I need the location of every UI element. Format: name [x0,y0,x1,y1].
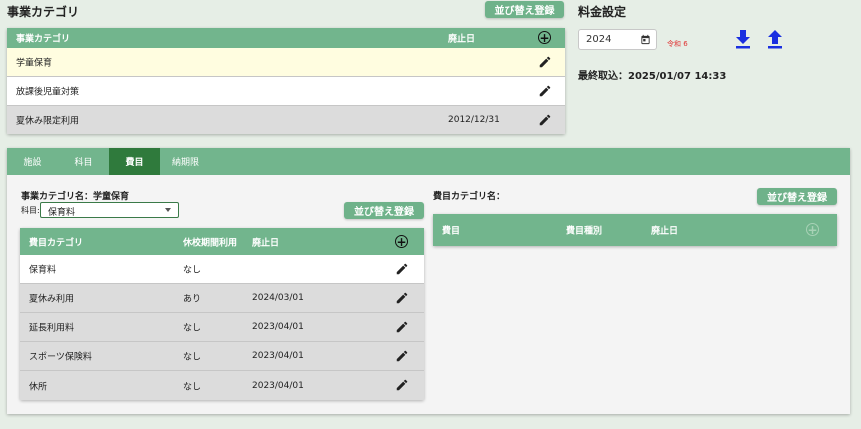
abolish-date: 2023/04/01 [252,380,304,391]
col-abolish-date: 廃止日 [252,238,280,248]
abolish-date: 2024/03/01 [252,293,304,303]
tab-bar: 施設 科目 費目 納期限 [7,148,850,175]
closure-use: なし [183,323,202,334]
add-circle-icon[interactable]: + [538,31,551,44]
table-row[interactable]: スポーツ保険料 なし 2023/04/01 [20,342,424,371]
fee-category: 夏休み利用 [29,294,75,305]
subject-label: 科目: [21,206,40,215]
tab-due-date[interactable]: 納期限 [160,148,211,175]
table-row[interactable]: 休所 なし 2023/04/01 [20,371,424,400]
col-fee-type: 費目種別 [566,226,603,237]
business-name: 放課後児童対策 [16,87,80,98]
fee-category: 保育料 [29,265,57,276]
era-label: 令和 6 [667,40,688,48]
closure-use: あり [183,294,202,305]
fee-item-table-header: 費目 費目種別 廃止日 + [433,214,837,246]
fee-table-header: 費目カテゴリ 休校期間利用 廃止日 + [20,228,424,255]
fee-category: 延長利用料 [29,323,75,334]
fee-item-category-label: 費目カテゴリ名： [433,192,506,202]
fee-item-reorder-button[interactable]: 並び替え登録 [757,188,837,205]
col-closure-use: 休校期間利用 [183,238,238,248]
abolish-date: 2023/04/01 [252,351,304,361]
edit-pencil-icon[interactable] [538,55,552,69]
add-circle-icon[interactable]: + [395,235,408,248]
closure-use: なし [183,352,202,363]
closure-use: なし [183,382,202,392]
year-value: 2024 [586,34,612,45]
col-fee-category: 費目カテゴリ [29,238,84,248]
edit-pencil-icon[interactable] [395,291,409,305]
edit-pencil-icon[interactable] [538,84,552,98]
table-row[interactable]: 延長利用料 なし 2023/04/01 [20,313,424,342]
upload-icon[interactable] [766,29,784,49]
chevron-down-icon [165,208,171,212]
tab-fee-item[interactable]: 費目 [109,148,160,175]
fee-category: スポーツ保険料 [29,352,92,363]
business-name: 夏休み限定利用 [16,116,80,127]
col-abolish-date: 廃止日 [651,226,679,237]
fee-category: 休所 [29,382,48,392]
closure-use: なし [183,265,202,276]
table-row[interactable]: 学童保育 [7,48,565,77]
tab-panel: 施設 科目 費目 納期限 事業カテゴリ名：学童保育 科目: 保育料 並び替え登録… [7,148,850,414]
abolish-date: 2023/04/01 [252,322,304,332]
table-row[interactable]: 保育料 なし [20,255,424,284]
abolish-date: 2012/12/31 [448,115,500,125]
business-reorder-button[interactable]: 並び替え登録 [485,1,564,18]
fee-settings-title: 料金設定 [578,5,627,19]
edit-pencil-icon[interactable] [538,113,552,127]
edit-pencil-icon[interactable] [395,378,409,392]
download-icon[interactable] [734,29,752,49]
tab-facility[interactable]: 施設 [7,148,58,175]
calendar-icon[interactable] [640,34,651,45]
col-abolish-date: 廃止日 [448,34,476,45]
business-name: 学童保育 [16,58,53,69]
edit-pencil-icon[interactable] [395,320,409,334]
fee-reorder-button[interactable]: 並び替え登録 [344,202,424,219]
add-circle-icon: + [806,222,819,237]
business-category-table: 事業カテゴリ 廃止日 + 学童保育 放課後児童対策 夏休み限定利用 2012/1… [7,28,565,134]
table-row[interactable]: 夏休み利用 あり 2024/03/01 [20,284,424,313]
last-import-text: 最終取込：2025/01/07 14:33 [578,71,727,82]
table-row[interactable]: 夏休み限定利用 2012/12/31 [7,106,565,134]
col-fee-item: 費目 [442,226,461,237]
tab-subject[interactable]: 科目 [58,148,109,175]
year-input[interactable]: 2024 [578,29,657,50]
business-category-title: 事業カテゴリ [7,5,80,19]
edit-pencil-icon[interactable] [395,349,409,363]
col-business-category: 事業カテゴリ [16,34,71,45]
business-table-header: 事業カテゴリ 廃止日 + [7,28,565,48]
edit-pencil-icon[interactable] [395,262,409,276]
subject-select[interactable]: 保育料 [40,202,179,218]
category-name-label: 事業カテゴリ名：学童保育 [21,192,130,202]
table-row[interactable]: 放課後児童対策 [7,77,565,106]
subject-value: 保育料 [48,208,76,218]
fee-category-table: 費目カテゴリ 休校期間利用 廃止日 + 保育料 なし 夏休み利用 あり 2024… [20,228,424,400]
fee-item-table: 費目 費目種別 廃止日 + [433,214,837,246]
